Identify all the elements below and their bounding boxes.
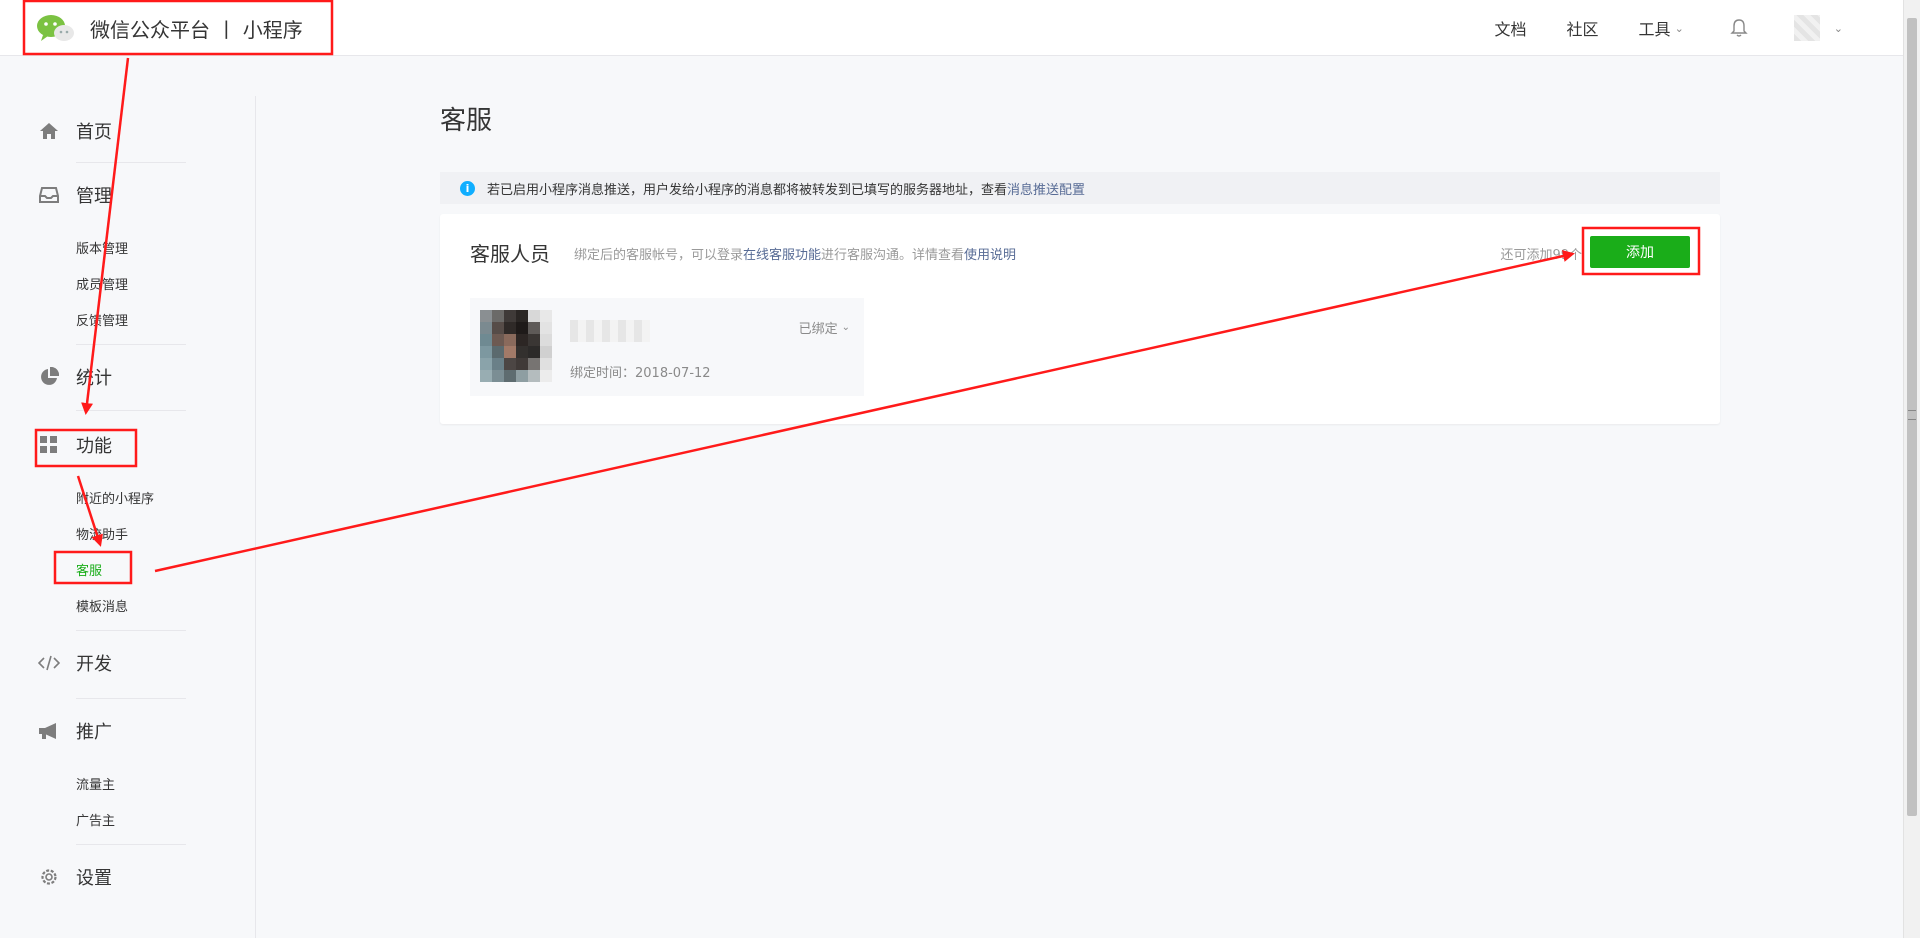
panel-title: 客服人员 bbox=[470, 242, 550, 266]
sidebar-item-label: 首页 bbox=[76, 122, 112, 143]
divider bbox=[76, 844, 186, 845]
wechat-logo-icon bbox=[36, 13, 76, 43]
sidebar-item-label: 统计 bbox=[76, 368, 112, 389]
sidebar-item-home[interactable]: 首页 bbox=[38, 118, 112, 144]
nav-tools-label: 工具 bbox=[1638, 20, 1671, 39]
divider bbox=[76, 162, 186, 163]
sidebar-item-logistics[interactable]: 物流助手 bbox=[76, 524, 128, 543]
inbox-icon bbox=[38, 184, 60, 206]
customer-service-panel: 客服人员 绑定后的客服帐号，可以登录在线客服功能进行客服沟通。详情查看使用说明 … bbox=[440, 214, 1720, 424]
sidebar-item-label: 开发 bbox=[76, 654, 112, 675]
sidebar-item-feedback[interactable]: 反馈管理 bbox=[76, 310, 128, 329]
chevron-down-icon[interactable]: ⌄ bbox=[1834, 22, 1843, 35]
binding-status-label: 已绑定 bbox=[798, 322, 838, 337]
platform-title: 微信公众平台 丨 小程序 bbox=[90, 17, 303, 42]
sidebar-item-customer-service[interactable]: 客服 bbox=[76, 560, 102, 579]
sidebar-item-promote[interactable]: 推广 bbox=[38, 718, 112, 744]
grid-icon bbox=[38, 434, 60, 456]
sidebar-item-nearby[interactable]: 附近的小程序 bbox=[76, 488, 154, 507]
top-bar: 微信公众平台 丨 小程序 文档 社区 工具 ⌄ ⌄ bbox=[0, 0, 1903, 56]
bind-time: 绑定时间：2018-07-12 bbox=[570, 366, 711, 381]
sidebar-item-label: 管理 bbox=[76, 186, 112, 207]
sidebar-item-members[interactable]: 成员管理 bbox=[76, 274, 128, 293]
sidebar-item-manage[interactable]: 管理 bbox=[38, 182, 112, 208]
sidebar-item-version[interactable]: 版本管理 bbox=[76, 238, 128, 257]
remaining-count: 还可添加99个 bbox=[1500, 248, 1582, 263]
add-button[interactable]: 添加 bbox=[1590, 236, 1690, 268]
usage-guide-link[interactable]: 使用说明 bbox=[964, 248, 1016, 263]
sidebar-item-label: 功能 bbox=[76, 436, 112, 457]
divider bbox=[76, 410, 186, 411]
nav-tools-menu[interactable]: 工具 ⌄ bbox=[1639, 16, 1684, 40]
sidebar-item-label: 设置 bbox=[76, 868, 112, 889]
sidebar-item-stats[interactable]: 统计 bbox=[38, 364, 112, 390]
online-service-link[interactable]: 在线客服功能 bbox=[743, 248, 821, 263]
sidebar: 首页 管理 版本管理 成员管理 反馈管理 统计 功能 附近的小程序 物流助手 客… bbox=[0, 96, 256, 938]
sidebar-item-features[interactable]: 功能 bbox=[38, 432, 112, 458]
logo-area[interactable]: 微信公众平台 丨 小程序 bbox=[36, 8, 303, 48]
pie-chart-icon bbox=[38, 366, 60, 388]
divider bbox=[76, 344, 186, 345]
sidebar-item-label: 推广 bbox=[76, 722, 112, 743]
scrollbar-grip-icon bbox=[1908, 410, 1916, 420]
panel-description: 绑定后的客服帐号，可以登录在线客服功能进行客服沟通。详情查看使用说明 bbox=[574, 244, 1016, 263]
sidebar-item-template-message[interactable]: 模板消息 bbox=[76, 596, 128, 615]
sidebar-item-develop[interactable]: 开发 bbox=[38, 650, 112, 676]
annotation-overlay bbox=[22, 0, 1701, 585]
divider bbox=[76, 630, 186, 631]
staff-card: 已绑定 ⌄ 绑定时间：2018-07-12 bbox=[470, 298, 864, 396]
info-icon: i bbox=[460, 180, 475, 196]
code-icon bbox=[38, 652, 60, 674]
user-avatar[interactable] bbox=[1793, 15, 1820, 41]
top-nav: 文档 社区 工具 ⌄ ⌄ bbox=[1455, 0, 1843, 56]
bell-icon[interactable] bbox=[1730, 18, 1748, 38]
desc-mid: 进行客服沟通。详情查看 bbox=[821, 248, 965, 263]
nav-docs-link[interactable]: 文档 bbox=[1495, 16, 1527, 40]
gear-icon bbox=[38, 866, 60, 888]
megaphone-icon bbox=[38, 720, 60, 742]
page-title: 客服 bbox=[440, 106, 493, 136]
staff-name-blurred bbox=[570, 320, 650, 342]
page-scrollbar[interactable] bbox=[1903, 0, 1920, 938]
home-icon bbox=[38, 120, 60, 142]
notice-text: 若已启用小程序消息推送，用户发给小程序的消息都将被转发到已填写的服务器地址，查看 bbox=[487, 182, 1008, 198]
info-notice: i 若已启用小程序消息推送，用户发给小程序的消息都将被转发到已填写的服务器地址，… bbox=[440, 172, 1720, 204]
chevron-down-icon: ⌄ bbox=[1674, 21, 1684, 35]
chevron-down-icon: ⌄ bbox=[841, 322, 850, 333]
sidebar-item-settings[interactable]: 设置 bbox=[38, 864, 112, 890]
binding-status-dropdown[interactable]: 已绑定 ⌄ bbox=[799, 318, 850, 337]
message-push-config-link[interactable]: 消息推送配置 bbox=[1007, 179, 1085, 198]
desc-prefix: 绑定后的客服帐号，可以登录 bbox=[574, 248, 744, 263]
staff-avatar bbox=[480, 310, 552, 382]
sidebar-item-advertiser[interactable]: 广告主 bbox=[76, 810, 115, 829]
divider bbox=[76, 698, 186, 699]
sidebar-item-publisher[interactable]: 流量主 bbox=[76, 774, 115, 793]
nav-community-link[interactable]: 社区 bbox=[1567, 16, 1599, 40]
